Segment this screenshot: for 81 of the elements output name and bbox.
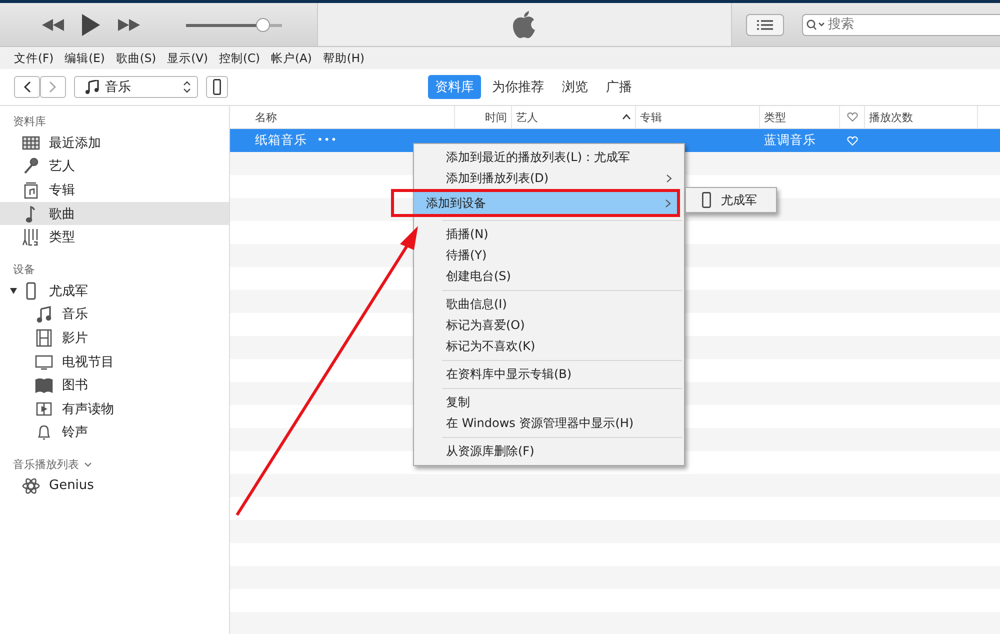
chevron-down-icon[interactable] [84, 462, 92, 468]
calendar-grid-icon [22, 134, 40, 152]
nav-tab[interactable]: 广播 [599, 75, 639, 99]
sidebar-item[interactable]: Genius [0, 474, 229, 498]
atom-icon [22, 476, 40, 495]
menu-item[interactable]: 歌曲(S) [116, 50, 156, 66]
guitars-icon [22, 228, 40, 246]
context-menu-item[interactable]: 添加到设备 [414, 192, 677, 214]
nav-tab[interactable]: 为你推荐 [485, 75, 551, 99]
film-icon [35, 328, 53, 347]
sidebar-item[interactable]: 铃声 [0, 420, 229, 444]
sidebar-item[interactable]: 尤成军 [0, 278, 229, 303]
context-menu-item[interactable]: 复制 [414, 392, 684, 413]
menu-item[interactable]: 文件(F) [14, 50, 54, 66]
column-header[interactable]: 艺人 [516, 110, 538, 124]
column-header[interactable]: 时间 [485, 110, 507, 124]
chevron-right-icon [666, 174, 672, 183]
chevron-left-icon[interactable] [23, 81, 31, 93]
book-icon [35, 376, 53, 394]
column-header[interactable]: 类型 [764, 110, 786, 124]
context-menu-item[interactable]: 创建电台(S) [414, 266, 684, 287]
table-cell: 蓝调音乐 [764, 132, 816, 149]
menu-item[interactable]: 编辑(E) [64, 50, 105, 66]
sidebar-item[interactable]: 专辑 [0, 178, 229, 202]
expanded-triangle-icon[interactable] [10, 288, 17, 294]
sidebar-item[interactable]: 图书 [0, 373, 229, 397]
heart-icon[interactable] [846, 112, 858, 122]
section-heading: 设备 [13, 262, 35, 277]
context-menu-item[interactable]: 歌曲信息(I) [414, 294, 684, 315]
menu-item[interactable]: 帮助(H) [322, 50, 364, 66]
context-menu-item[interactable]: 在资料库中显示专辑(B) [414, 364, 684, 385]
bell-icon [35, 423, 53, 442]
section-heading: 资料库 [13, 114, 46, 129]
microphone-icon [22, 157, 40, 176]
fast-forward-icon[interactable] [118, 18, 140, 30]
list-icon[interactable] [757, 20, 773, 30]
back-button[interactable] [14, 76, 40, 98]
apple-logo-icon [512, 10, 536, 38]
up-down-caret-icon [183, 81, 191, 93]
nav-tab[interactable]: 浏览 [555, 75, 595, 99]
column-header[interactable]: 专辑 [640, 110, 662, 124]
search-icon[interactable] [806, 18, 826, 30]
sidebar-item[interactable]: 音乐 [0, 302, 229, 326]
context-menu-item[interactable]: 从资源库删除(F) [414, 441, 684, 462]
audiobook-icon [35, 400, 53, 418]
sidebar-item[interactable]: 影片 [0, 326, 229, 350]
chevron-right-icon [665, 198, 671, 208]
context-menu-item[interactable]: 待播(Y) [414, 245, 684, 266]
phone-icon [702, 192, 711, 208]
sidebar-item[interactable]: 类型 [0, 225, 229, 249]
music-notes-icon [35, 305, 53, 324]
submenu-item[interactable]: 尤成军 [686, 188, 776, 212]
sidebar-item[interactable]: 歌曲 [0, 202, 229, 226]
column-header[interactable]: 播放次数 [869, 110, 913, 124]
context-menu-item[interactable]: 标记为不喜欢(K) [414, 336, 684, 357]
list-view-button[interactable] [746, 14, 784, 36]
sidebar-item[interactable]: 最近添加 [0, 131, 229, 155]
device-button[interactable] [206, 76, 228, 98]
phone-icon[interactable] [213, 79, 221, 95]
menu-item[interactable]: 控制(C) [218, 50, 260, 66]
context-menu-item[interactable]: 添加到播放列表(D) [414, 168, 684, 189]
context-menu-item[interactable]: 标记为喜爱(O) [414, 315, 684, 336]
section-heading: 音乐播放列表 [13, 457, 79, 472]
album-icon [22, 180, 40, 199]
table-cell: 纸箱音乐 [255, 132, 307, 149]
music-notes-icon [85, 80, 99, 94]
media-picker[interactable]: 音乐 [74, 76, 198, 98]
menu-item[interactable]: 显示(V) [167, 50, 208, 66]
play-icon[interactable] [82, 14, 100, 36]
monitor-icon [35, 352, 53, 371]
column-header[interactable]: 名称 [255, 110, 277, 124]
search-field[interactable]: 搜索 [802, 14, 1000, 36]
volume-slider[interactable] [186, 18, 282, 32]
context-menu-item[interactable]: 插播(N) [414, 224, 684, 245]
sort-ascending-icon[interactable] [622, 114, 631, 120]
sidebar-item[interactable]: 有声读物 [0, 396, 229, 421]
sidebar-item[interactable]: 电视节目 [0, 350, 229, 374]
context-menu-item[interactable]: 在 Windows 资源管理器中显示(H) [414, 413, 684, 434]
sidebar-item[interactable]: 艺人 [0, 154, 229, 178]
rewind-icon[interactable] [42, 18, 64, 30]
menu-item[interactable]: 帐户(A) [270, 50, 312, 66]
